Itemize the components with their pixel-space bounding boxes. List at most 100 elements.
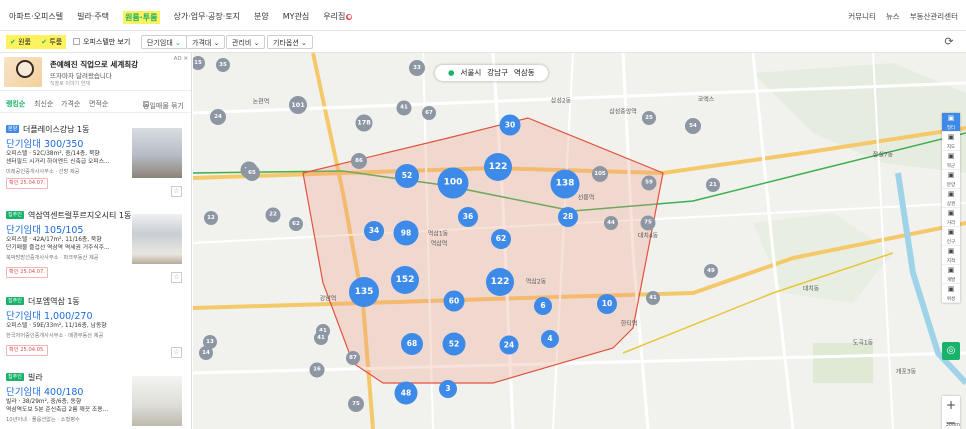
- listing-photo[interactable]: [132, 214, 182, 264]
- listing-confirmed: 확인 25.04.05.: [6, 345, 48, 356]
- listing-cluster-gray[interactable]: 33: [409, 60, 425, 76]
- listing-cluster-gray[interactable]: 16: [309, 362, 325, 378]
- listing-cluster-blue[interactable]: 138: [550, 169, 580, 199]
- zoom-in-button[interactable]: +: [942, 396, 960, 414]
- listing-item[interactable]: 집주인 빌라 단기임대 400/180 빌라 · 38/29m², 중/6층, …: [0, 373, 191, 429]
- menu-apartment[interactable]: 아파트·오피스텔: [9, 11, 63, 24]
- ad-banner[interactable]: 존예해진 직업으로 세계최강 뜨자마자 달려왔습니다 직쏠로 이야기 연재 AD…: [0, 53, 191, 91]
- menu-commercial[interactable]: 상가·업무·공장·토지: [174, 11, 241, 24]
- listing-cluster-blue[interactable]: 135: [349, 277, 379, 307]
- map-tool-4[interactable]: ▣ 상권: [942, 189, 960, 208]
- price-select[interactable]: 가격대 ⌄: [186, 35, 226, 49]
- menu-presale[interactable]: 분양: [254, 11, 269, 24]
- listing-cluster-gray[interactable]: 86: [351, 153, 367, 169]
- map-tool-7[interactable]: ▣ 지적: [942, 246, 960, 265]
- listing-cluster-blue[interactable]: 122: [486, 268, 514, 296]
- listing-cluster-blue[interactable]: 48: [394, 381, 418, 405]
- link-community[interactable]: 커뮤니티: [848, 11, 876, 22]
- map-tool-6[interactable]: ▣ 인구: [942, 227, 960, 246]
- listing-cluster-blue[interactable]: 4: [541, 330, 559, 348]
- listing-cluster-gray[interactable]: 24: [210, 109, 226, 125]
- sort-price[interactable]: 가격순: [61, 99, 80, 109]
- listing-cluster-gray[interactable]: 67: [422, 106, 436, 120]
- listing-cluster-blue[interactable]: 122: [484, 153, 512, 181]
- listing-cluster-gray[interactable]: 41: [314, 331, 328, 345]
- listing-cluster-gray[interactable]: 49: [704, 264, 718, 278]
- map-tool-9[interactable]: ▣ 위성: [942, 284, 960, 303]
- listing-cluster-gray[interactable]: 44: [604, 216, 618, 230]
- listing-cluster-blue[interactable]: 100: [437, 167, 469, 199]
- refresh-icon[interactable]: ⟳: [942, 35, 956, 49]
- map-tool-1[interactable]: ▣ 지도: [942, 132, 960, 151]
- menu-oneroom[interactable]: 원룸·투룸: [123, 11, 160, 24]
- other-options-select[interactable]: 기타옵션 ⌄: [267, 35, 313, 49]
- listing-tag: 집주인: [6, 211, 24, 219]
- listing-cluster-gray[interactable]: 21: [706, 178, 720, 192]
- map-tool-2[interactable]: ▣ 학군: [942, 151, 960, 170]
- listing-item[interactable]: 집주인 더포엠역삼 1동 단기임대 1,000/270 오피스텔 · 59E/3…: [0, 297, 191, 358]
- listing-cluster-blue[interactable]: 52: [395, 164, 419, 188]
- maintenance-select[interactable]: 관리비 ⌄: [226, 35, 266, 49]
- listing-cluster-gray[interactable]: 12: [204, 211, 218, 225]
- listing-cluster-gray[interactable]: 59: [641, 175, 657, 191]
- listing-cluster-blue[interactable]: 36: [458, 207, 478, 227]
- listing-cluster-gray[interactable]: 35: [216, 58, 230, 72]
- listing-cluster-blue[interactable]: 28: [558, 207, 578, 227]
- listing-cluster-gray[interactable]: 41: [396, 100, 412, 116]
- listing-cluster-blue[interactable]: 3: [439, 380, 457, 398]
- listing-cluster-gray[interactable]: 87: [346, 351, 360, 365]
- menu-my-interest[interactable]: MY관심: [283, 11, 310, 24]
- menu-villa[interactable]: 빌라·주택: [77, 11, 109, 24]
- favorite-icon[interactable]: ☆: [171, 347, 182, 358]
- listing-cluster-gray[interactable]: 75: [348, 396, 364, 412]
- listing-photo[interactable]: [132, 376, 182, 426]
- listing-cluster-gray[interactable]: 75: [640, 215, 656, 231]
- breadcrumb-city[interactable]: 서울시: [461, 68, 482, 77]
- breadcrumb-district[interactable]: 강남구: [487, 68, 508, 77]
- officetel-only-checkbox[interactable]: 오피스텔만 보기: [73, 35, 130, 49]
- link-news[interactable]: 뉴스: [886, 11, 900, 22]
- listing-cluster-gray[interactable]: 178: [355, 114, 373, 132]
- listing-cluster-blue[interactable]: 6: [534, 297, 552, 315]
- room-type-filter[interactable]: ✔ 원룸 ✔ 투룸: [6, 35, 67, 49]
- listing-cluster-gray[interactable]: 22: [265, 207, 281, 223]
- map-view[interactable]: ●서울시강남구역삼동 15353324101178416780658610559…: [193, 53, 966, 429]
- favorite-icon[interactable]: ☆: [171, 272, 182, 283]
- listing-cluster-blue[interactable]: 10: [597, 294, 617, 314]
- listing-item[interactable]: 집주인 역삼역센트럴푸르지오시티 1동 단기임대 105/105 오피스텔 · …: [0, 211, 191, 283]
- sort-area[interactable]: 면적순: [89, 99, 108, 109]
- map-tool-8[interactable]: ▣ 개발: [942, 265, 960, 284]
- listing-photo[interactable]: [132, 128, 182, 178]
- listing-cluster-blue[interactable]: 62: [491, 229, 511, 249]
- listing-cluster-blue[interactable]: 30: [499, 114, 521, 136]
- map-tool-5[interactable]: ▣ 거리: [942, 208, 960, 227]
- listing-cluster-gray[interactable]: 101: [289, 96, 307, 114]
- listing-cluster-gray[interactable]: 62: [289, 217, 303, 231]
- listing-cluster-blue[interactable]: 98: [393, 220, 419, 246]
- listing-cluster-gray[interactable]: 41: [646, 291, 660, 305]
- current-location-icon[interactable]: ◎: [942, 342, 960, 360]
- listing-cluster-blue[interactable]: 152: [391, 266, 419, 294]
- map-tool-0[interactable]: ▣ 필터: [942, 113, 960, 132]
- sort-ranking[interactable]: 랭킹순: [6, 99, 25, 109]
- link-agent-center[interactable]: 부동산관리센터: [910, 11, 958, 22]
- listing-cluster-gray[interactable]: 65: [244, 165, 260, 181]
- listing-item[interactable]: 분양 더플레이스강남 1동 단기임대 300/350 오피스텔 · 52C/38…: [0, 125, 191, 197]
- listing-cluster-blue[interactable]: 60: [443, 290, 465, 312]
- listing-cluster-gray[interactable]: 25: [642, 111, 656, 125]
- favorite-icon[interactable]: ☆: [171, 186, 182, 197]
- map-scale: 300m: [945, 422, 960, 428]
- breadcrumb-dong[interactable]: 역삼동: [514, 68, 535, 77]
- listing-cluster-blue[interactable]: 34: [364, 221, 384, 241]
- menu-my-home[interactable]: 우리집 ●: [323, 11, 366, 24]
- sort-latest[interactable]: 최신순: [34, 99, 53, 109]
- listing-cluster-gray[interactable]: 105: [592, 166, 608, 182]
- listing-cluster-blue[interactable]: 24: [499, 335, 519, 355]
- listing-cluster-gray[interactable]: 14: [199, 346, 213, 360]
- listing-cluster-gray[interactable]: 54: [685, 118, 701, 134]
- listing-cluster-blue[interactable]: 52: [442, 332, 466, 356]
- map-tool-3[interactable]: ▣ 분양: [942, 170, 960, 189]
- region-breadcrumb[interactable]: ● 서울시 강남구 역삼동: [435, 65, 548, 81]
- trade-type-select[interactable]: 단기임대 ⌄: [141, 35, 187, 49]
- listing-cluster-blue[interactable]: 68: [401, 333, 423, 355]
